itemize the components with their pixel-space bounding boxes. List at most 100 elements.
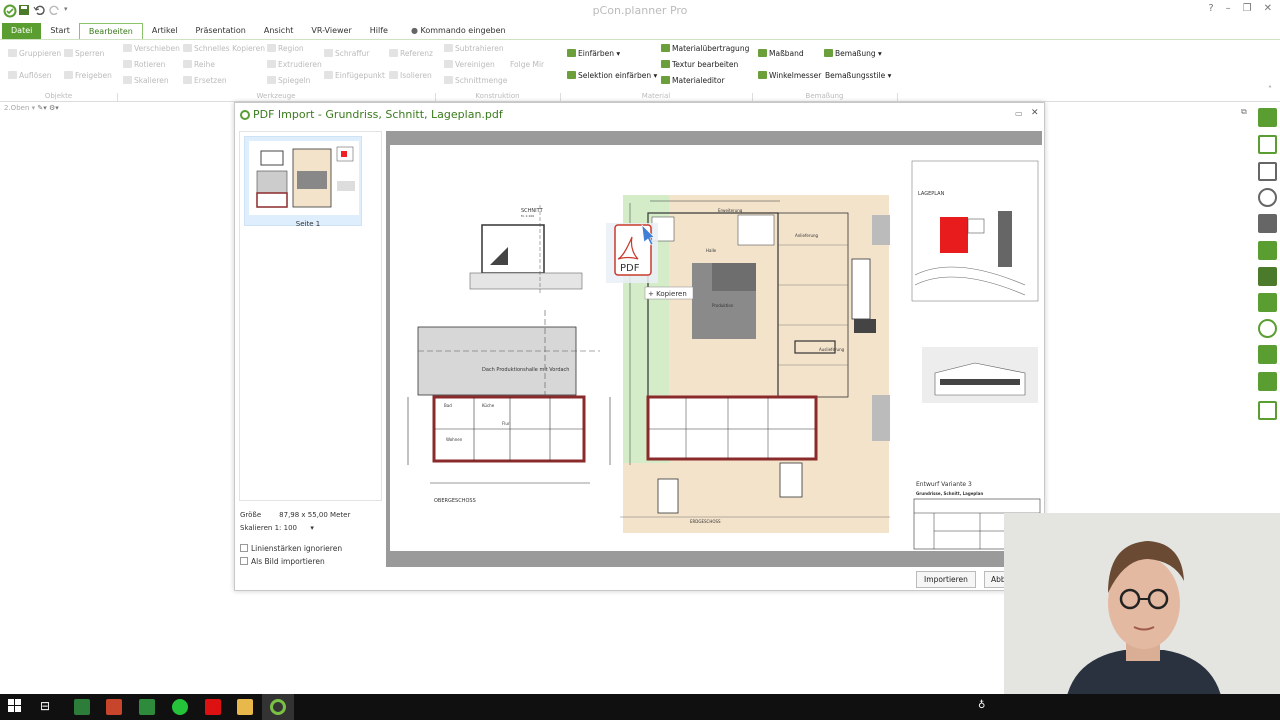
minimize-button[interactable]: – (1226, 3, 1231, 19)
tab-hilfe[interactable]: Hilfe (361, 23, 397, 39)
region-button[interactable]: Region (267, 44, 304, 53)
bemassungsstile-button[interactable]: Bemaßungsstile ▾ (825, 71, 891, 80)
sun-icon[interactable] (1258, 319, 1277, 338)
plan-room-halle: Halle (706, 248, 717, 253)
right-toolbar: ⧉ (1241, 104, 1280, 424)
solar-icon[interactable] (1258, 293, 1277, 312)
dialog-close-icon[interactable]: ✕ (1031, 108, 1039, 118)
view-selector[interactable]: 2.Oben (4, 104, 29, 112)
box-icon[interactable] (1258, 214, 1277, 233)
file-explorer-icon[interactable] (237, 699, 253, 715)
winkelmesser-button[interactable]: Winkelmesser (758, 71, 821, 80)
schraffur-button[interactable]: Schraffur (324, 49, 369, 58)
plan-variant: Entwurf Variante 3 (916, 481, 972, 488)
plan-room-anlieferung: Anlieferung (795, 233, 819, 238)
powerpoint-icon[interactable] (106, 699, 122, 715)
ribbon-collapse-icon[interactable]: ˄ (1268, 85, 1272, 94)
plan-schnitt-scale: M. 1:100 (521, 214, 534, 218)
plan-room-auslieferung: Auslieferung (819, 347, 845, 352)
acrobat-icon[interactable] (205, 699, 221, 715)
globe-icon[interactable] (1258, 188, 1277, 207)
gear-icon[interactable]: ⚙▾ (49, 104, 59, 112)
gruppieren-button[interactable]: Gruppieren (8, 49, 61, 58)
aufloesen-button[interactable]: Auflösen (8, 71, 51, 80)
pcon-taskbar-button[interactable] (262, 694, 294, 720)
restore-icon[interactable]: ⧉ (1241, 107, 1247, 117)
landscape-icon[interactable] (1258, 372, 1277, 391)
tab-start[interactable]: Start (41, 23, 79, 39)
schnelles-kopieren-button[interactable]: Schnelles Kopieren (183, 44, 265, 53)
drag-file-label: PDF (620, 263, 640, 274)
referenz-button[interactable]: Referenz (389, 49, 433, 58)
presenter-image (1004, 513, 1280, 720)
floor-plan-drawing: SCHNITT M. 1:100 Dach Produktionshalle m… (407, 160, 1041, 550)
import-as-image-checkbox[interactable]: Als Bild importieren (240, 557, 325, 566)
tab-datei[interactable]: Datei (2, 23, 42, 39)
layers-icon[interactable] (1258, 241, 1277, 260)
whatsapp-icon[interactable] (172, 699, 188, 715)
excel-icon[interactable] (139, 699, 155, 715)
ignore-line-weights-checkbox[interactable]: Linienstärken ignorieren (240, 544, 342, 553)
freigeben-button[interactable]: Freigeben (64, 71, 112, 80)
size-row: Größe 87,98 x 55,00 Meter (240, 509, 350, 522)
einfuegepunkt-button[interactable]: Einfügepunkt (324, 71, 385, 80)
task-view-icon[interactable]: ⊟ (40, 699, 56, 715)
window-controls: ? – ❐ ✕ (1208, 3, 1280, 19)
sperren-button[interactable]: Sperren (64, 49, 104, 58)
tab-ansicht[interactable]: Ansicht (255, 23, 303, 39)
spiegeln-button[interactable]: Spiegeln (267, 76, 310, 85)
maximize-button[interactable]: ❐ (1243, 3, 1252, 19)
materialeditor-button[interactable]: Materialeditor (661, 76, 725, 85)
plan-room-produktion: Produktion (712, 303, 734, 308)
import-button[interactable]: Importieren (916, 571, 976, 588)
page-thumbnail[interactable]: Seite 1 (244, 136, 362, 228)
ribbon: Gruppieren Sperren Auflösen Freigeben Ve… (0, 39, 1280, 102)
pdf-import-dialog: PDF Import - Grundriss, Schnitt, Lagepla… (234, 102, 1045, 591)
reihe-button[interactable]: Reihe (183, 60, 215, 69)
verschieben-button[interactable]: Verschieben (123, 44, 180, 53)
table-icon[interactable] (1258, 401, 1277, 420)
ersetzen-button[interactable]: Ersetzen (183, 76, 227, 85)
windows-start-icon[interactable] (8, 699, 24, 715)
massband-button[interactable]: Maßband (758, 49, 804, 58)
tab-bearbeiten[interactable]: Bearbeiten (78, 23, 143, 39)
chevron-down-icon[interactable]: ▾ (32, 104, 36, 112)
dialog-maximize-icon[interactable]: ▭ (1015, 109, 1023, 118)
store-icon[interactable] (74, 699, 90, 715)
folge-mir-button[interactable]: Folge Mir (510, 60, 544, 69)
taskbar: ⊟ ♁ (0, 694, 1280, 720)
schnittmenge-button[interactable]: Schnittmenge (444, 76, 507, 85)
plan-lageplan-title: LAGEPLAN (918, 191, 945, 197)
people-icon[interactable]: ♁ (978, 700, 985, 711)
einfaerben-button[interactable]: Einfärben ▾ (567, 49, 620, 58)
tab-praesentation[interactable]: Präsentation (186, 23, 254, 39)
grid-icon[interactable] (1258, 267, 1277, 286)
isolieren-button[interactable]: Isolieren (389, 71, 432, 80)
help-button[interactable]: ? (1208, 3, 1213, 19)
tab-artikel[interactable]: Artikel (143, 23, 187, 39)
extrudieren-button[interactable]: Extrudieren (267, 60, 322, 69)
bemassung-button[interactable]: Bemaßung ▾ (824, 49, 882, 58)
materialuebertragung-button[interactable]: Materialübertragung (661, 44, 749, 53)
scale-select[interactable]: 100 ▾ (284, 524, 314, 532)
selektion-einfaerben-button[interactable]: Selektion einfärben ▾ (567, 71, 657, 80)
plan-eg-label: ERDGESCHOSS (690, 519, 721, 524)
magnifier-icon[interactable] (1258, 135, 1277, 154)
vereinigen-button[interactable]: Vereinigen (444, 60, 495, 69)
tab-vr-viewer[interactable]: VR-Viewer (302, 23, 360, 39)
page-thumbnails: Seite 1 (239, 131, 382, 501)
pcon-icon (270, 699, 286, 715)
rotieren-button[interactable]: Rotieren (123, 60, 165, 69)
brush-icon[interactable] (1258, 345, 1277, 364)
pen-icon[interactable]: ✎▾ (37, 104, 46, 112)
list-icon[interactable] (1258, 162, 1277, 181)
dialog-title: PDF Import - Grundriss, Schnitt, Lagepla… (253, 108, 503, 121)
command-search[interactable]: ● Kommando eingeben (397, 23, 515, 39)
close-button[interactable]: ✕ (1264, 3, 1272, 19)
textur-bearbeiten-button[interactable]: Textur bearbeiten (661, 60, 738, 69)
pdf-preview[interactable]: SCHNITT M. 1:100 Dach Produktionshalle m… (390, 145, 1042, 551)
skalieren-button[interactable]: Skalieren (123, 76, 169, 85)
subtrahieren-button[interactable]: Subtrahieren (444, 44, 504, 53)
group-label-bemassung: Bemaßung (805, 92, 844, 100)
article-catalog-icon[interactable] (1258, 108, 1277, 127)
